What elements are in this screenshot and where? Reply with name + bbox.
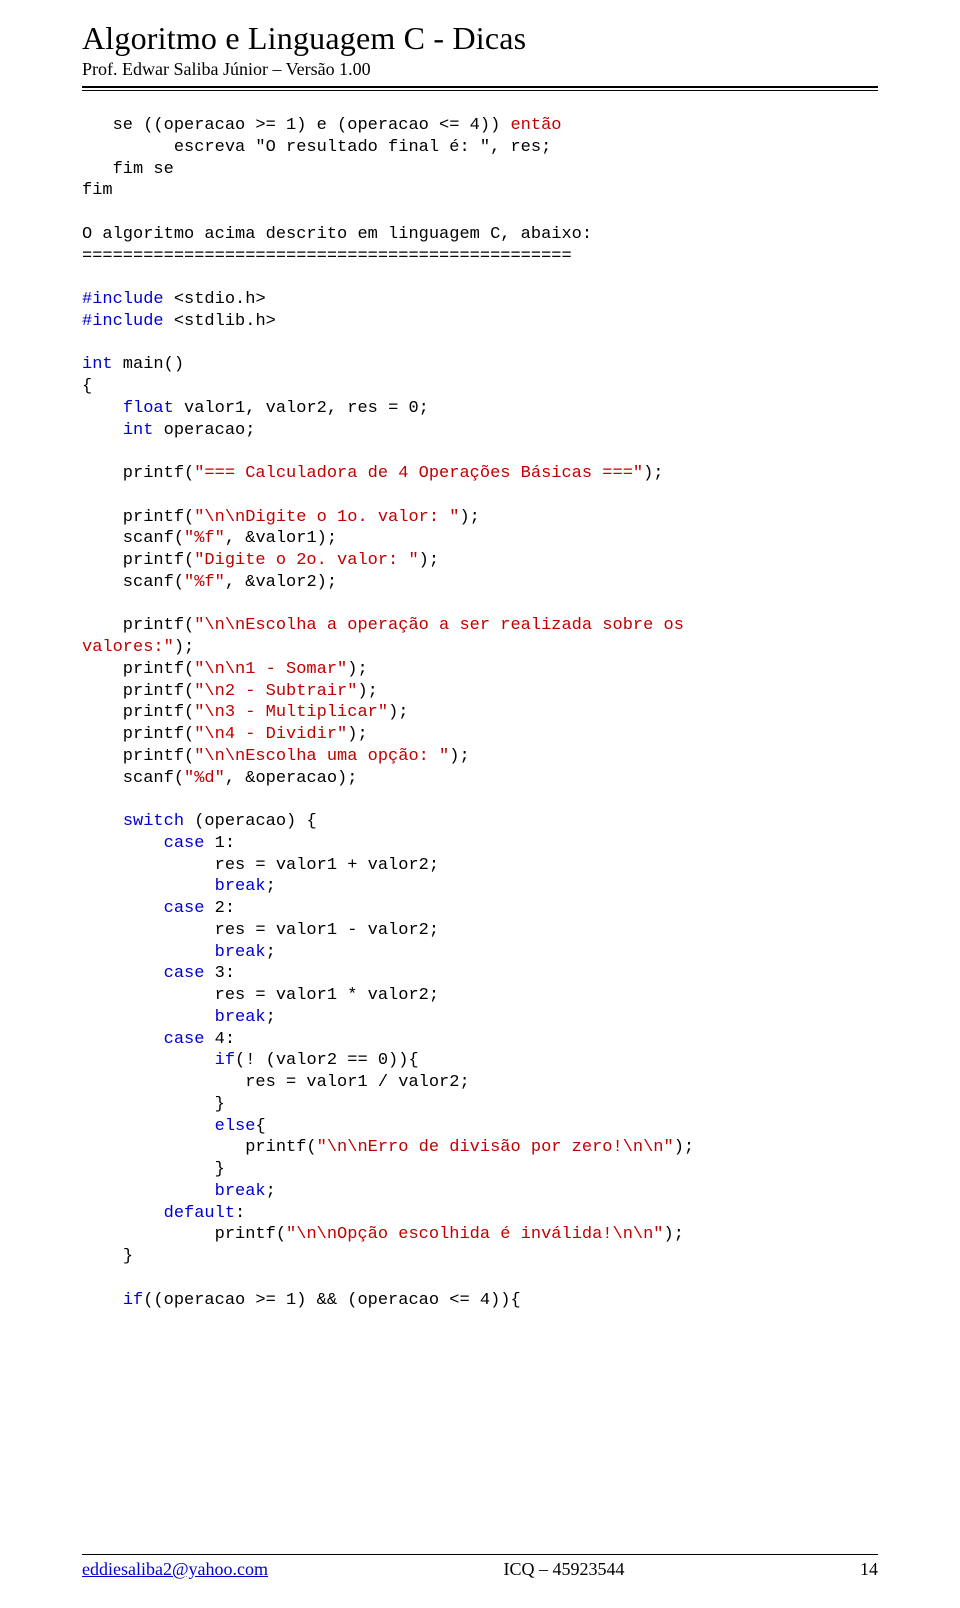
footer-email: eddiesaliba2@yahoo.com [82,1559,268,1580]
divider-thin [82,90,878,91]
divider-thick [82,86,878,88]
footer-page-number: 14 [860,1559,878,1580]
footer-icq: ICQ – 45923544 [504,1559,625,1580]
page-subtitle: Prof. Edwar Saliba Júnior – Versão 1.00 [82,59,878,80]
page-footer: eddiesaliba2@yahoo.com ICQ – 45923544 14 [82,1554,878,1580]
document-body: se ((operacao >= 1) e (operacao <= 4)) e… [82,115,878,1311]
page-title: Algoritmo e Linguagem C - Dicas [82,20,878,57]
